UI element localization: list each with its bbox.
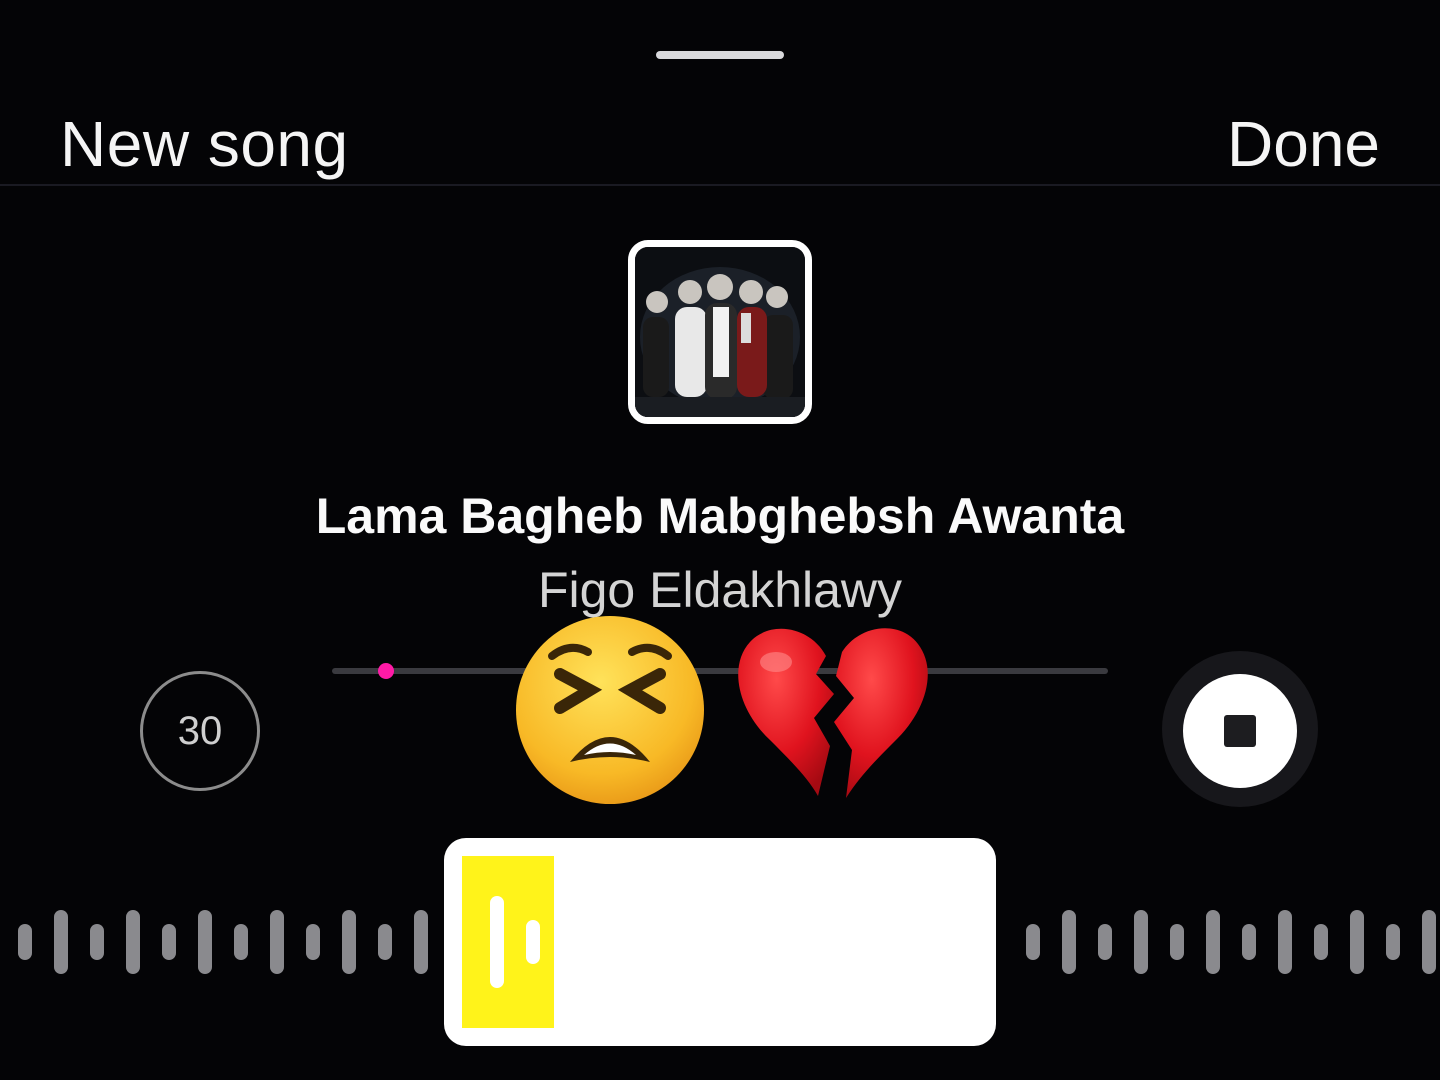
- waveform-bar: [1206, 910, 1220, 974]
- waveform-bar: [1134, 910, 1148, 974]
- waveform-bar: [1026, 924, 1040, 960]
- waveform-bar: [1386, 924, 1400, 960]
- waveform-bar: [54, 910, 68, 974]
- duration-button[interactable]: 30: [140, 671, 260, 791]
- waveform-bar: [1062, 910, 1076, 974]
- waveform-bar: [378, 924, 392, 960]
- stop-button[interactable]: [1183, 674, 1297, 788]
- waveform-bar: [1242, 924, 1256, 960]
- waveform-bar: [234, 924, 248, 960]
- header-divider: [0, 184, 1440, 186]
- scrub-track[interactable]: [332, 663, 1108, 679]
- waveform-bar: [1170, 924, 1184, 960]
- waveform-bar: [90, 924, 104, 960]
- waveform-bar: [342, 910, 356, 974]
- waveform-bar: [1278, 910, 1292, 974]
- sheet-grabber[interactable]: [656, 51, 784, 59]
- waveform-bar: [414, 910, 428, 974]
- done-button[interactable]: Done: [1227, 108, 1380, 180]
- broken-heart-icon: [730, 618, 930, 802]
- clip-selector[interactable]: [444, 838, 996, 1046]
- waveform-bar: [1422, 910, 1436, 974]
- waveform-bar: [18, 924, 32, 960]
- waveform-bar: [270, 910, 284, 974]
- song-title: Lama Bagheb Mabghebsh Awanta: [315, 488, 1125, 544]
- clip-selection-fill: [462, 856, 554, 1028]
- page-title: New song: [60, 108, 349, 180]
- waveform-bar: [1350, 910, 1364, 974]
- scrub-handle[interactable]: [378, 663, 395, 679]
- weary-face-icon: [512, 612, 708, 808]
- waveform-bar: [126, 910, 140, 974]
- waveform-bar: [526, 920, 540, 964]
- album-cover: [628, 240, 812, 424]
- waveform-bar: [162, 924, 176, 960]
- waveform-bar: [306, 924, 320, 960]
- song-artist: Figo Eldakhlawy: [537, 562, 903, 618]
- stop-icon: [1224, 715, 1256, 747]
- waveform-bar: [490, 896, 504, 988]
- waveform-bar: [1314, 924, 1328, 960]
- waveform-bar: [1098, 924, 1112, 960]
- waveform-bar: [198, 910, 212, 974]
